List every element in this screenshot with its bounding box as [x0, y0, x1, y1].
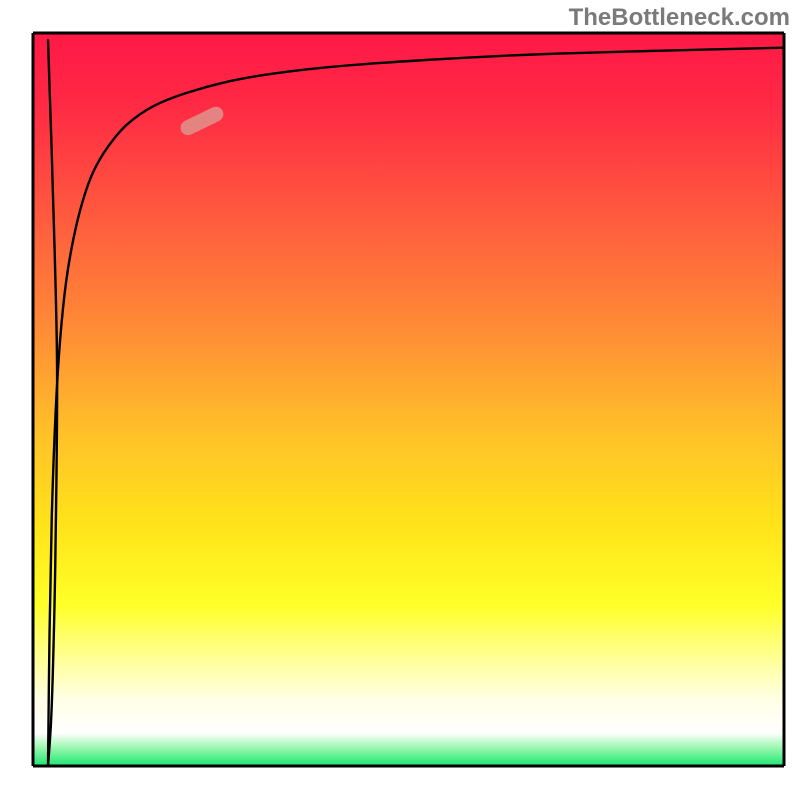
plot-background-gradient [33, 33, 784, 766]
bottleneck-chart [0, 0, 800, 800]
chart-stage: TheBottleneck.com [0, 0, 800, 800]
